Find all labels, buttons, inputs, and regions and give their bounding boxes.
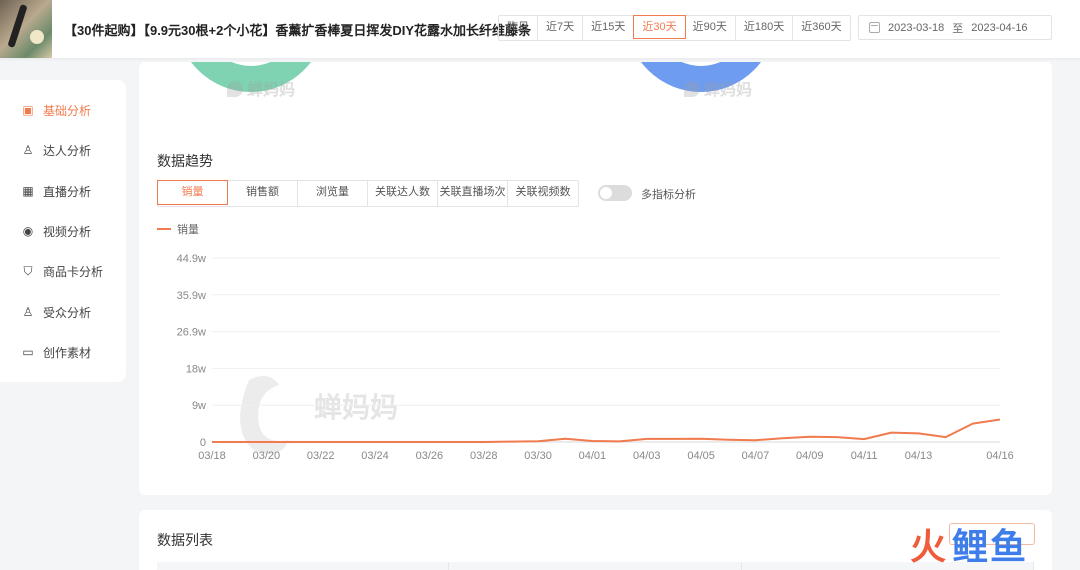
table-header xyxy=(157,562,1034,570)
time-range-selector: 昨日 近7天 近15天 近30天 近90天 近180天 近360天 xyxy=(498,15,851,41)
sidebar-item-label: 基础分析 xyxy=(43,103,92,118)
x-tick-label: 04/01 xyxy=(579,450,607,462)
watermark-text: 蝉妈妈 xyxy=(314,391,398,424)
sidebar-item-label: 视频分析 xyxy=(43,224,92,239)
metric-tab[interactable]: 销量 xyxy=(157,180,228,205)
y-tick-label: 0 xyxy=(200,437,206,449)
x-tick-label: 03/20 xyxy=(253,450,281,462)
date-range-picker[interactable]: 2023-03-18 至 2023-04-16 xyxy=(858,15,1052,40)
x-tick-label: 04/09 xyxy=(796,450,824,462)
product-thumbnail[interactable] xyxy=(0,0,52,58)
brand-logo: 火 鲤鱼 xyxy=(910,522,1056,568)
x-tick-label: 04/16 xyxy=(986,450,1014,462)
time-range-option[interactable]: 近15天 xyxy=(583,16,635,40)
date-end: 2023-04-16 xyxy=(971,21,1028,34)
time-range-option[interactable]: 近180天 xyxy=(736,16,794,40)
sidebar-item-label: 商品卡分析 xyxy=(43,264,104,279)
x-tick-label: 04/05 xyxy=(687,450,715,462)
play-circle-icon: ◉ xyxy=(22,224,34,238)
y-tick-label: 44.9w xyxy=(177,253,206,265)
y-tick-label: 35.9w xyxy=(177,290,206,302)
x-tick-label: 03/26 xyxy=(416,450,444,462)
brand-logo-word: 鲤鱼 xyxy=(952,527,1029,568)
audience-icon: ♙ xyxy=(22,305,34,319)
date-separator: 至 xyxy=(952,22,964,35)
sidebar-item[interactable]: ◉ 视频分析 xyxy=(20,221,91,241)
y-tick-label: 18w xyxy=(186,363,206,375)
table-header-cell xyxy=(449,562,742,570)
sidebar-item-label: 达人分析 xyxy=(43,143,92,158)
time-range-option[interactable]: 昨日 xyxy=(499,16,538,40)
time-range-option[interactable]: 近90天 xyxy=(685,16,736,40)
y-tick-label: 26.9w xyxy=(177,327,206,339)
x-tick-label: 03/24 xyxy=(361,450,389,462)
sidebar-item[interactable]: ⛉ 商品卡分析 xyxy=(20,261,103,281)
date-start: 2023-03-18 xyxy=(888,21,945,34)
x-tick-label: 04/13 xyxy=(905,450,933,462)
user-icon: ♙ xyxy=(22,143,34,157)
x-tick-label: 04/07 xyxy=(742,450,770,462)
y-tick-label: 9w xyxy=(192,400,206,412)
trend-card: 蝉妈妈 蝉妈妈 数据趋势 销量 销售额 浏览量 关联达人数 关联直播场次 关联视频数 多指… xyxy=(139,62,1052,495)
sidebar-nav: ▣ 基础分析 ♙ 达人分析 ▦ 直播分析 ◉ 视频分析 ⛉ 商品卡分析 ♙ 受众分析 ▭ 创作素材 xyxy=(0,80,126,382)
sidebar-item[interactable]: ♙ 达人分析 xyxy=(20,140,91,160)
sidebar-item[interactable]: ♙ 受众分析 xyxy=(20,302,91,322)
x-tick-label: 03/30 xyxy=(524,450,552,462)
calendar-icon xyxy=(869,22,880,33)
time-range-option[interactable]: 近360天 xyxy=(793,16,849,40)
thumbnail-flower xyxy=(30,30,44,44)
thumbnail-stick xyxy=(7,3,28,49)
time-range-option[interactable]: 近7天 xyxy=(538,16,584,40)
sidebar-item[interactable]: ▦ 直播分析 xyxy=(20,181,91,201)
bag-icon: ⛉ xyxy=(23,263,33,278)
chart-square-icon: ▣ xyxy=(22,103,34,117)
sidebar-item-label: 受众分析 xyxy=(43,305,92,320)
table-header-cell xyxy=(157,562,450,570)
x-tick-label: 04/11 xyxy=(851,450,878,462)
sidebar-item[interactable]: ▣ 基础分析 xyxy=(20,100,91,120)
folder-icon: ▭ xyxy=(22,345,34,359)
sidebar-item-label: 直播分析 xyxy=(43,184,92,199)
x-tick-label: 03/22 xyxy=(307,450,335,462)
header-bar: 【30件起购】【9.9元30根+2个小花】香薰扩香棒夏日挥发DIY花露水加长纤维… xyxy=(0,0,1080,58)
sales-line-chart: 蝉妈妈 0 9w 18w 26.9w 35.9w 44.9w 03/18 03/20 03/22 0… xyxy=(177,253,1014,462)
sidebar-item-label: 创作素材 xyxy=(43,345,92,360)
product-title[interactable]: 【30件起购】【9.9元30根+2个小花】香薰扩香棒夏日挥发DIY花露水加长纤维… xyxy=(64,20,531,39)
x-tick-label: 03/28 xyxy=(470,450,498,462)
data-list-title: 数据列表 xyxy=(157,532,213,548)
x-tick-label: 04/03 xyxy=(633,450,661,462)
tv-icon: ▦ xyxy=(22,184,34,198)
sidebar-item[interactable]: ▭ 创作素材 xyxy=(20,342,91,362)
time-range-option[interactable]: 近30天 xyxy=(633,15,686,39)
brand-logo-fire: 火 xyxy=(910,526,947,567)
x-tick-label: 03/18 xyxy=(198,450,226,462)
